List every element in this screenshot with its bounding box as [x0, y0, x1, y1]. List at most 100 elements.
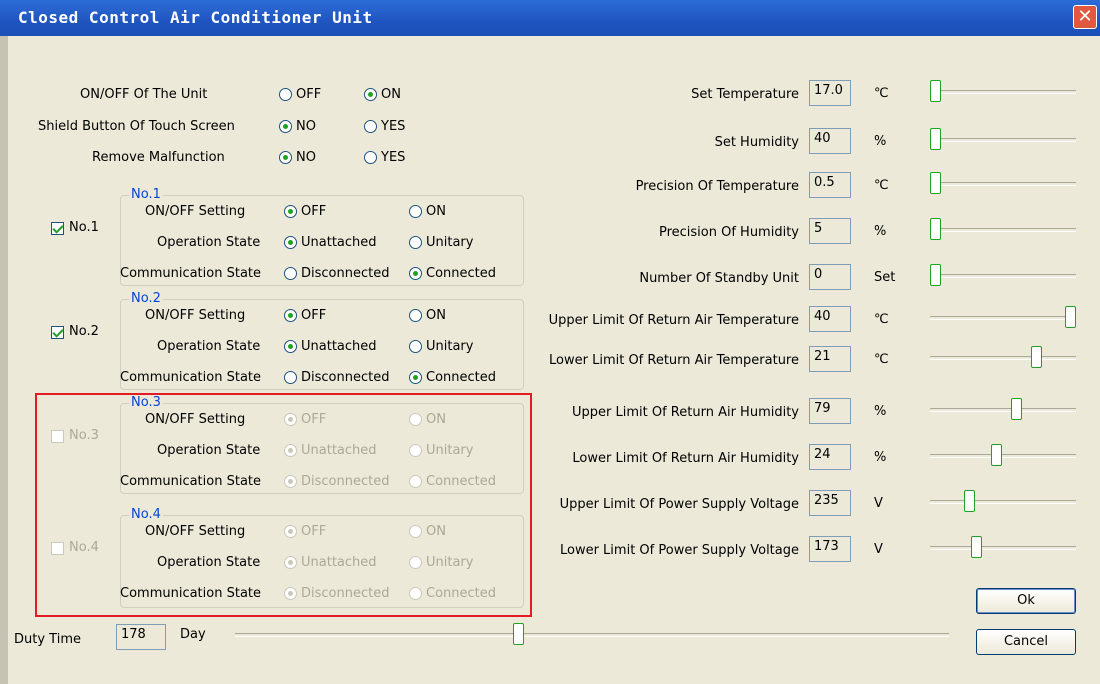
setting-5-slider[interactable]	[930, 274, 1076, 278]
setting-5-label: Number Of Standby Unit	[639, 271, 799, 286]
unit-2-communication-radio-b[interactable]	[409, 371, 422, 384]
unit-2-communication-option-a: Disconnected	[301, 370, 390, 385]
left-border	[0, 36, 8, 684]
unit-1-checkbox[interactable]	[51, 222, 64, 235]
setting-6-value[interactable]: 40	[809, 306, 851, 332]
unit-2-onoff-option-b: ON	[426, 308, 446, 323]
setting-6-label: Upper Limit Of Return Air Temperature	[548, 313, 799, 328]
malfunction-no-radio[interactable]	[279, 151, 292, 164]
setting-9-value[interactable]: 24	[809, 444, 851, 470]
setting-2-slider[interactable]	[930, 138, 1076, 142]
unit-on-radio[interactable]	[364, 88, 377, 101]
setting-1-unit: ℃	[874, 86, 889, 101]
dialog-body: ON/OFF Of The Unit OFF ON Shield Button …	[8, 36, 1094, 680]
unit-2-onoff-radio-a[interactable]	[284, 309, 297, 322]
setting-2-value[interactable]: 40	[809, 128, 851, 154]
unit-1-check-label: No.1	[69, 220, 99, 235]
setting-4-value[interactable]: 5	[809, 218, 851, 244]
unit-1-operation-radio-a[interactable]	[284, 236, 297, 249]
duty-time-slider[interactable]	[235, 633, 949, 637]
shield-yes-radio[interactable]	[364, 120, 377, 133]
setting-7-unit: ℃	[874, 352, 889, 367]
setting-1-slider[interactable]	[930, 90, 1076, 94]
unit-2-group-label: No.2	[129, 291, 163, 306]
unit-1-operation-option-b: Unitary	[426, 235, 474, 250]
unit-2-operation-label: Operation State	[157, 339, 261, 354]
unit-1-onoff-label: ON/OFF Setting	[145, 204, 246, 219]
malfunction-label: Remove Malfunction	[92, 150, 225, 165]
setting-11-slider-thumb[interactable]	[970, 536, 982, 558]
setting-10-value[interactable]: 235	[809, 490, 851, 516]
unit-on-label: ON	[381, 87, 401, 102]
ok-button[interactable]: Ok	[976, 588, 1076, 614]
duty-time-slider-thumb[interactable]	[512, 623, 524, 645]
setting-3-value[interactable]: 0.5	[809, 172, 851, 198]
setting-7-slider-thumb[interactable]	[1031, 346, 1043, 368]
cancel-button[interactable]: Cancel	[976, 629, 1076, 655]
unit-1-onoff-option-a: OFF	[301, 204, 327, 219]
title-bar[interactable]: Closed Control Air Conditioner Unit ✕	[0, 0, 1100, 36]
unit-off-radio[interactable]	[279, 88, 292, 101]
setting-10-unit: V	[874, 496, 883, 511]
setting-1-value[interactable]: 17.0	[809, 80, 851, 106]
unit-2-onoff-label: ON/OFF Setting	[145, 308, 246, 323]
setting-6-slider[interactable]	[930, 316, 1076, 320]
unit-2-operation-radio-b[interactable]	[409, 340, 422, 353]
setting-2-unit: %	[874, 134, 887, 149]
shield-yes-label: YES	[381, 119, 406, 134]
unit-1-onoff-radio-b[interactable]	[409, 205, 422, 218]
setting-2-label: Set Humidity	[714, 135, 799, 150]
unit-2-onoff-radio-b[interactable]	[409, 309, 422, 322]
setting-5-value[interactable]: 0	[809, 264, 851, 290]
setting-8-label: Upper Limit Of Return Air Humidity	[572, 405, 799, 420]
unit-1-operation-label: Operation State	[157, 235, 261, 250]
duty-time-unit: Day	[180, 627, 206, 642]
unit-1-operation-option-a: Unattached	[301, 235, 377, 250]
setting-4-slider[interactable]	[930, 228, 1076, 232]
setting-5-slider-thumb[interactable]	[930, 264, 941, 286]
unit-1-communication-radio-b[interactable]	[409, 267, 422, 280]
unit-2-operation-radio-a[interactable]	[284, 340, 297, 353]
setting-1-slider-thumb[interactable]	[930, 80, 941, 102]
unit-2-check-label: No.2	[69, 324, 99, 339]
setting-10-slider[interactable]	[930, 500, 1076, 504]
setting-7-slider[interactable]	[930, 356, 1076, 360]
setting-9-slider-thumb[interactable]	[990, 444, 1002, 466]
unit-1-communication-label: Communication State	[120, 266, 262, 281]
unit-onoff-label: ON/OFF Of The Unit	[80, 87, 208, 102]
unit-1-communication-option-a: Disconnected	[301, 266, 390, 281]
close-icon[interactable]: ✕	[1073, 5, 1097, 29]
setting-2-slider-thumb[interactable]	[930, 128, 941, 150]
shield-no-radio[interactable]	[279, 120, 292, 133]
setting-11-label: Lower Limit Of Power Supply Voltage	[559, 543, 799, 558]
unit-1-onoff-radio-a[interactable]	[284, 205, 297, 218]
shield-no-label: NO	[296, 119, 316, 134]
malfunction-yes-label: YES	[381, 150, 406, 165]
setting-11-slider[interactable]	[930, 546, 1076, 550]
setting-3-slider-thumb[interactable]	[930, 172, 941, 194]
setting-11-value[interactable]: 173	[809, 536, 851, 562]
setting-9-slider[interactable]	[930, 454, 1076, 458]
setting-8-slider[interactable]	[930, 408, 1076, 412]
unit-1-operation-radio-b[interactable]	[409, 236, 422, 249]
setting-8-unit: %	[874, 404, 887, 419]
duty-time-value[interactable]: 178	[116, 624, 166, 650]
setting-4-label: Precision Of Humidity	[658, 225, 799, 240]
unit-1-communication-radio-a[interactable]	[284, 267, 297, 280]
setting-8-value[interactable]: 79	[809, 398, 851, 424]
setting-4-slider-thumb[interactable]	[930, 218, 941, 240]
setting-6-slider-thumb[interactable]	[1065, 306, 1076, 328]
setting-7-label: Lower Limit Of Return Air Temperature	[549, 353, 799, 368]
unit-2-checkbox[interactable]	[51, 326, 64, 339]
setting-8-slider-thumb[interactable]	[1011, 398, 1022, 420]
setting-3-slider[interactable]	[930, 182, 1076, 186]
setting-6-unit: ℃	[874, 312, 889, 327]
malfunction-yes-radio[interactable]	[364, 151, 377, 164]
unit-2-communication-radio-a[interactable]	[284, 371, 297, 384]
setting-10-slider-thumb[interactable]	[963, 490, 975, 512]
setting-7-value[interactable]: 21	[809, 346, 851, 372]
setting-4-unit: %	[874, 224, 887, 239]
unit-2-operation-option-b: Unitary	[426, 339, 474, 354]
duty-time-label: Duty Time	[14, 632, 81, 647]
window-title: Closed Control Air Conditioner Unit	[18, 8, 373, 27]
